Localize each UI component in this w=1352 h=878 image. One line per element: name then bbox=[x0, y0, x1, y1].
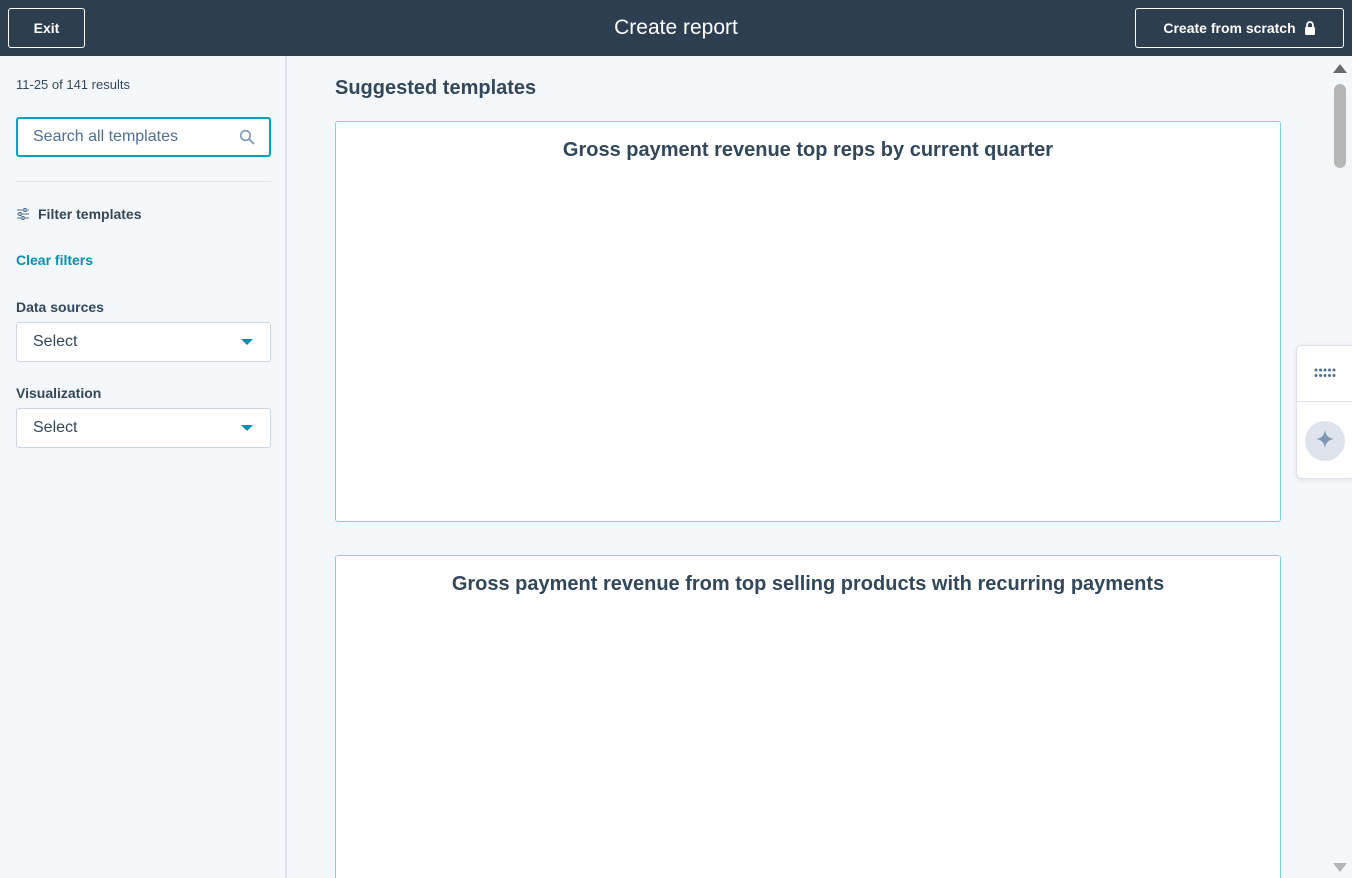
create-from-scratch-label: Create from scratch bbox=[1163, 20, 1296, 36]
sliders-icon bbox=[16, 207, 30, 221]
section-title: Suggested templates bbox=[335, 77, 537, 99]
filter-sidebar: 11-25 of 141 results Filter templates Cl… bbox=[0, 56, 287, 878]
filter-templates-header: Filter templates bbox=[16, 206, 141, 222]
template-card[interactable]: Gross payment revenue from top selling p… bbox=[335, 555, 1281, 878]
apps-button[interactable] bbox=[1297, 346, 1352, 402]
visualization-select[interactable]: Select bbox=[16, 408, 271, 448]
visualization-value: Select bbox=[33, 419, 78, 436]
search-box[interactable] bbox=[16, 117, 271, 157]
caret-down-icon bbox=[241, 425, 253, 431]
top-bar: Exit Create report Create from scratch bbox=[0, 0, 1352, 56]
data-sources-label: Data sources bbox=[16, 299, 104, 315]
ai-assistant-button[interactable] bbox=[1305, 421, 1345, 461]
lock-icon bbox=[1304, 21, 1316, 35]
sparkle-icon bbox=[1315, 429, 1335, 454]
clear-filters-link[interactable]: Clear filters bbox=[16, 252, 93, 268]
templates-main: Suggested templates Gross payment revenu… bbox=[289, 56, 1328, 878]
data-sources-value: Select bbox=[33, 333, 78, 350]
template-card-title: Gross payment revenue top reps by curren… bbox=[562, 139, 1054, 161]
search-icon[interactable] bbox=[239, 129, 255, 145]
create-from-scratch-button[interactable]: Create from scratch bbox=[1135, 8, 1344, 48]
floating-help-widget bbox=[1296, 345, 1352, 479]
caret-down-icon bbox=[241, 339, 253, 345]
sidebar-divider bbox=[16, 181, 271, 182]
data-sources-select[interactable]: Select bbox=[16, 322, 271, 362]
visualization-label: Visualization bbox=[16, 385, 102, 401]
scroll-down-arrow-icon[interactable] bbox=[1333, 863, 1347, 872]
filter-templates-label: Filter templates bbox=[38, 206, 142, 222]
search-input[interactable] bbox=[18, 119, 228, 155]
exit-button[interactable]: Exit bbox=[8, 8, 85, 48]
grid-dots-icon bbox=[1314, 365, 1336, 383]
template-card-title: Gross payment revenue from top selling p… bbox=[451, 573, 1165, 595]
scroll-thumb[interactable] bbox=[1334, 84, 1346, 168]
results-count: 11-25 of 141 results bbox=[16, 77, 130, 92]
scroll-up-arrow-icon[interactable] bbox=[1333, 64, 1347, 73]
template-card[interactable]: Gross payment revenue top reps by curren… bbox=[335, 121, 1281, 522]
